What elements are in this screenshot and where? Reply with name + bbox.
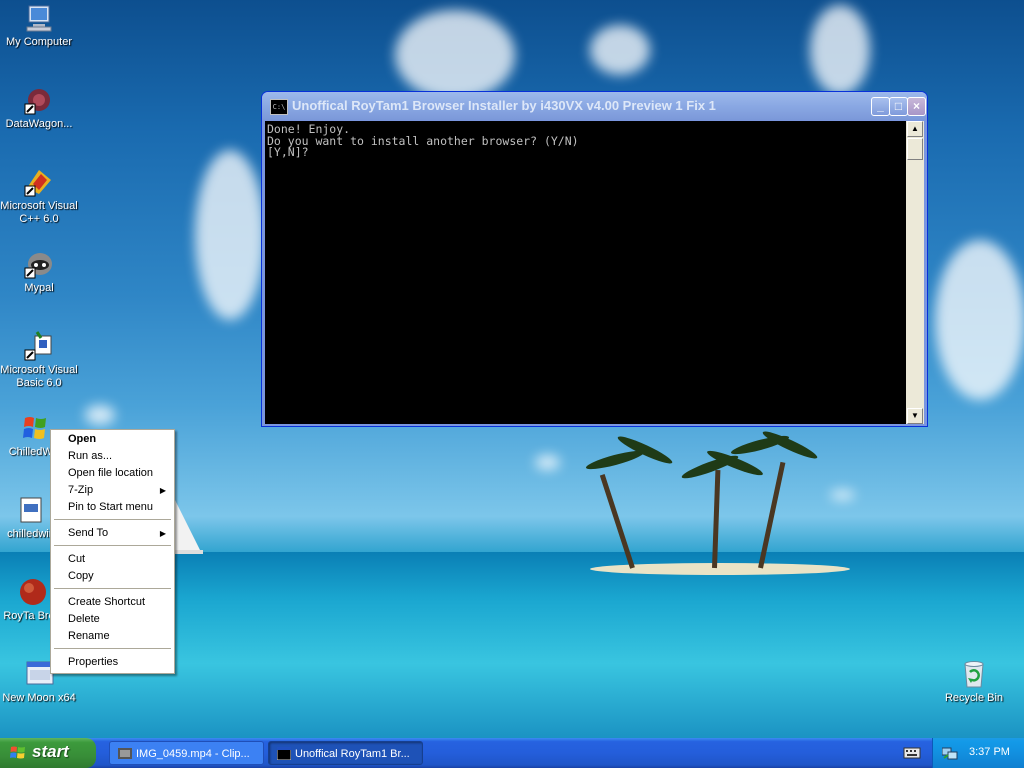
desktop-icon-datawagon[interactable]: DataWagon... — [0, 84, 78, 131]
menu-item-label: Delete — [68, 613, 100, 625]
icon-label: My Computer — [5, 36, 73, 48]
menu-item-send-to[interactable]: Send To ▶ — [53, 525, 172, 542]
mypal-icon — [24, 253, 52, 279]
menu-item-label: 7-Zip — [68, 484, 94, 496]
menu-item-delete[interactable]: Delete — [53, 611, 172, 628]
icon-label: Microsoft Visual C++ 6.0 — [0, 200, 78, 225]
cloud — [830, 490, 855, 500]
my-computer-icon — [26, 5, 52, 32]
visual-basic-icon — [24, 331, 52, 361]
submenu-arrow-icon: ▶ — [159, 529, 166, 538]
menu-item-cut[interactable]: Cut — [53, 551, 172, 568]
icon-label: Recycle Bin — [944, 692, 1004, 704]
recycle-bin-icon — [964, 661, 984, 688]
desktop-icon-visual-basic[interactable]: Microsoft Visual Basic 6.0 — [0, 330, 78, 390]
icon-label: Mypal — [24, 282, 54, 294]
menu-item-label: Copy — [68, 570, 94, 582]
cloud — [395, 10, 515, 100]
console-line: Do you want to install another browser? … — [267, 133, 579, 148]
desktop-icon-recycle-bin[interactable]: Recycle Bin — [935, 658, 1013, 705]
menu-item-label: Create Shortcut — [68, 596, 146, 608]
menu-item-label: Cut — [68, 553, 86, 565]
submenu-arrow-icon: ▶ — [159, 486, 166, 495]
windows-flag-icon — [10, 746, 25, 759]
start-label: start — [32, 742, 69, 761]
icon-label: Microsoft Visual Basic 6.0 — [0, 364, 78, 389]
taskbar-button-clipchamp[interactable]: IMG_0459.mp4 - Clip... — [109, 741, 264, 765]
menu-item-label: Run as... — [68, 450, 113, 462]
menu-separator — [54, 545, 171, 546]
taskbar-button-console[interactable]: Unoffical RoyTam1 Br... — [268, 741, 423, 765]
icon-label: New Moon x64 — [2, 692, 76, 704]
cloud — [85, 405, 115, 425]
network-icon[interactable] — [942, 746, 958, 760]
maximize-button[interactable]: □ — [889, 97, 908, 116]
console-line: [Y,N]? — [267, 145, 309, 159]
menu-item-copy[interactable]: Copy — [53, 568, 172, 585]
menu-item-pin-to-start[interactable]: Pin to Start menu — [53, 499, 172, 516]
document-icon — [20, 497, 42, 523]
console-app-icon[interactable]: C:\ — [270, 99, 288, 115]
scroll-thumb[interactable] — [907, 138, 923, 160]
window-title: Unoffical RoyTam1 Browser Installer by i… — [292, 98, 716, 113]
console-output[interactable]: Done! Enjoy. Do you want to install anoth… — [265, 121, 906, 424]
menu-item-rename[interactable]: Rename — [53, 628, 172, 645]
cloud — [590, 25, 650, 75]
close-button[interactable]: × — [907, 97, 926, 116]
console-icon — [277, 747, 291, 760]
visual-cpp-icon — [24, 170, 51, 197]
menu-item-create-shortcut[interactable]: Create Shortcut — [53, 594, 172, 611]
clipchamp-icon — [118, 748, 132, 759]
menu-item-label: Properties — [68, 656, 119, 668]
cloud — [935, 240, 1024, 400]
cloud — [535, 455, 560, 470]
console-window[interactable]: C:\ Unoffical RoyTam1 Browser Installer … — [261, 91, 928, 427]
menu-item-7zip[interactable]: 7-Zip ▶ — [53, 482, 172, 499]
menu-item-run-as[interactable]: Run as... — [53, 448, 172, 465]
cloud — [810, 5, 870, 95]
task-label: IMG_0459.mp4 - Clip... — [136, 748, 250, 760]
vertical-scrollbar[interactable]: ▲ ▼ — [906, 121, 924, 424]
minimize-button[interactable]: _ — [871, 97, 890, 116]
menu-separator — [54, 588, 171, 589]
window-titlebar[interactable]: C:\ Unoffical RoyTam1 Browser Installer … — [262, 92, 927, 120]
keyboard-icon[interactable] — [903, 746, 921, 760]
menu-separator — [54, 648, 171, 649]
menu-item-label: Open — [68, 433, 97, 445]
desktop-icon-visual-cpp[interactable]: Microsoft Visual C++ 6.0 — [0, 166, 78, 226]
menu-separator — [54, 519, 171, 520]
datawagon-icon — [24, 89, 50, 115]
cloud — [195, 150, 265, 320]
menu-item-label: Pin to Start menu — [68, 501, 153, 513]
context-menu: Open Run as... Open file location 7-Zip ▶… — [50, 429, 175, 674]
scroll-up-icon[interactable]: ▲ — [907, 121, 923, 137]
menu-item-label: Open file location — [68, 467, 153, 479]
icon-label: DataWagon... — [5, 118, 73, 130]
menu-item-open-file-location[interactable]: Open file location — [53, 465, 172, 482]
desktop-icon-mypal[interactable]: Mypal — [0, 248, 78, 295]
menu-item-open[interactable]: Open — [53, 431, 172, 448]
clock[interactable]: 3:37 PM — [969, 746, 1010, 758]
menu-item-label: Rename — [68, 630, 110, 642]
scroll-down-icon[interactable]: ▼ — [907, 408, 923, 424]
menu-item-label: Send To — [68, 527, 109, 539]
taskbar: start IMG_0459.mp4 - Clip... Unoffical R… — [0, 738, 1024, 768]
menu-item-properties[interactable]: Properties — [53, 654, 172, 671]
start-button[interactable]: start — [0, 738, 96, 768]
task-label: Unoffical RoyTam1 Br... — [295, 748, 410, 760]
desktop-icon-my-computer[interactable]: My Computer — [0, 2, 78, 49]
browser-icon — [20, 579, 46, 605]
windows-flag-icon — [23, 417, 46, 439]
system-tray: 3:37 PM — [932, 738, 1024, 768]
